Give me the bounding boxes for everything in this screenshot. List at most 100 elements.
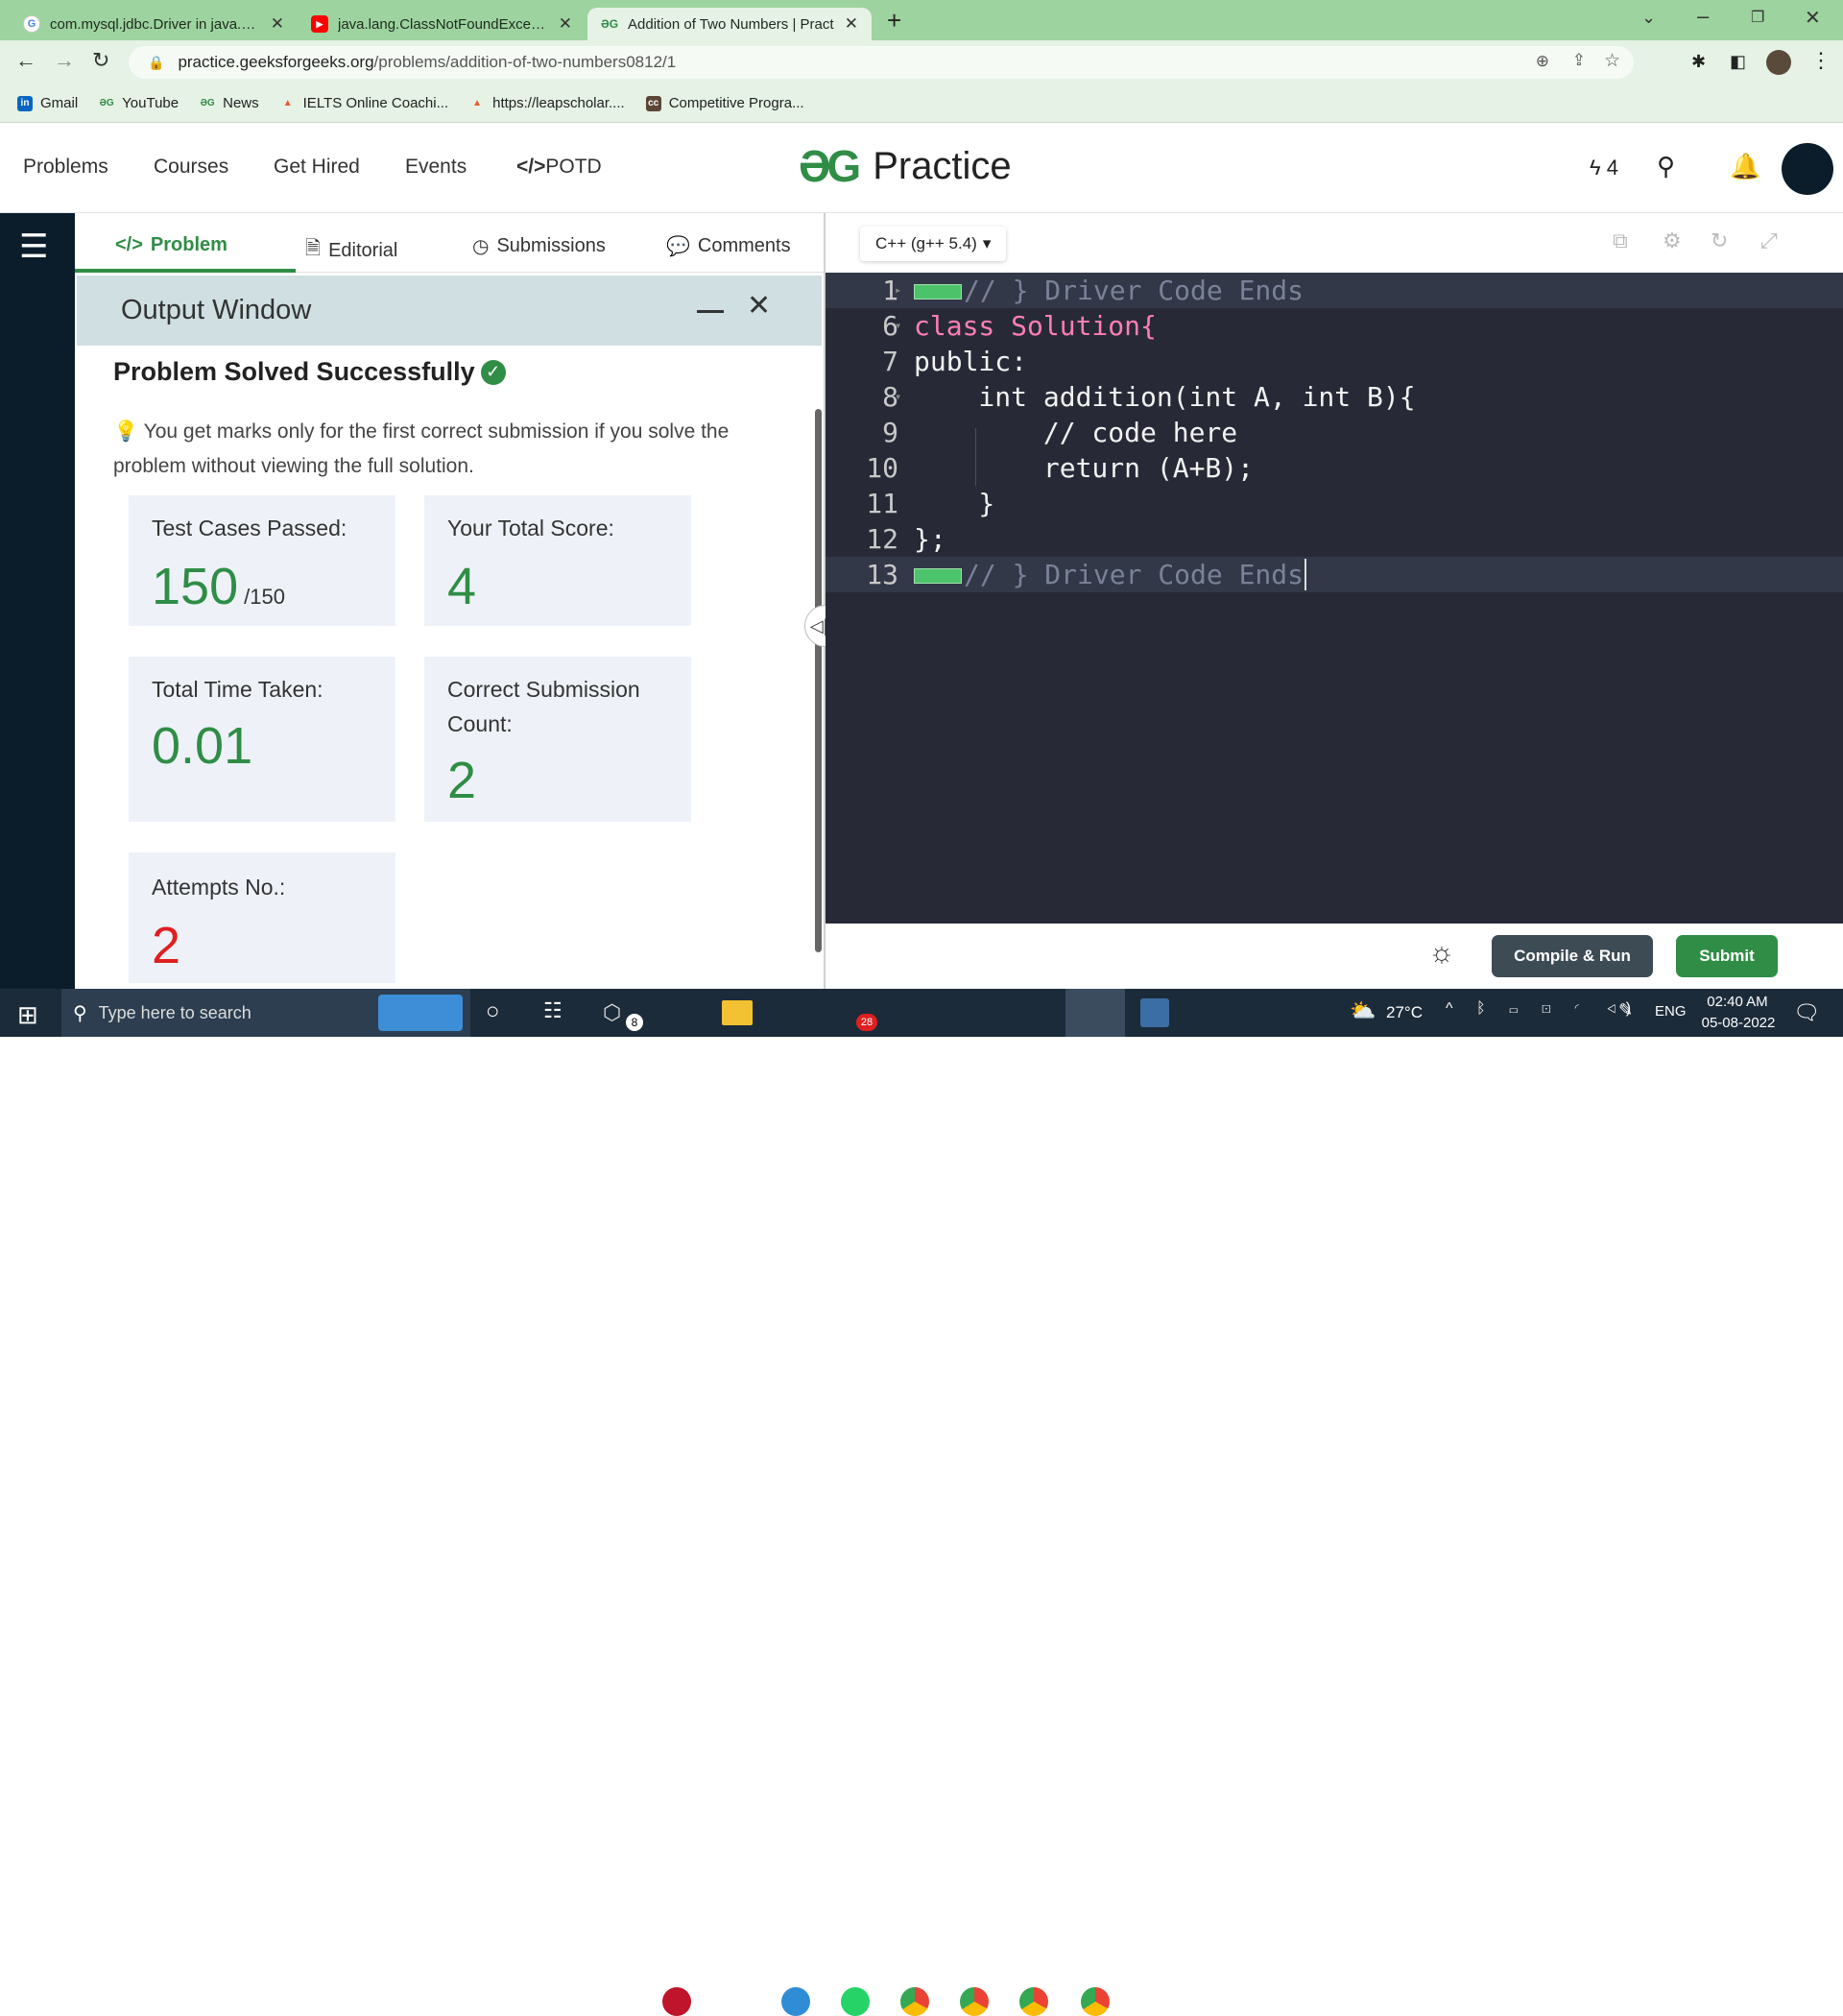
taskbar-search[interactable]: ⚲ Type here to search [61,989,470,1037]
code-line: 9 // code here [826,415,1843,450]
card-label: Correct Submission Count: [447,677,640,736]
nav-events[interactable]: Events [405,156,467,179]
settings-gear-icon[interactable]: ⚙ [1663,228,1682,253]
code-line: 10 return (A+B); [826,450,1843,486]
card-label: Test Cases Passed: [152,516,347,540]
browser-tab[interactable]: ▶ java.lang.ClassNotFoundExceptio ✕ [298,8,586,40]
tab-comments[interactable]: 💬 Comments [666,234,791,258]
bookmarks-bar: in Gmail ƏG YouTube ƏG News ▲ IELTS Online C… [0,84,1843,123]
close-window-icon[interactable]: ✕ [1805,6,1821,30]
file-explorer-icon[interactable] [722,1000,753,1025]
lock-icon: 🔒 [148,54,165,70]
zoom-icon[interactable]: ⊕ [1536,52,1549,71]
site-logo[interactable]: ƏG Practice [799,140,1012,192]
tab-editorial[interactable]: 🗎 Editorial [305,234,397,267]
linkedin-icon: in [17,95,33,111]
hamburger-menu-icon[interactable]: ☰ [19,230,48,263]
language-indicator[interactable]: ENG [1655,1003,1687,1020]
whatsapp-icon[interactable] [841,1987,870,2016]
fold-arrow-icon[interactable]: ▾ [895,379,901,415]
side-panel-icon[interactable]: ◧ [1730,52,1746,72]
forward-arrow-icon[interactable]: → [54,48,75,73]
bookmark-ielts[interactable]: ▲ IELTS Online Coachi... [280,95,448,111]
search-icon[interactable]: ⚲ [1657,152,1675,181]
chrome-icon[interactable] [1081,1987,1110,2016]
left-rail: ☰ [0,213,75,989]
tab-search-chevron-icon[interactable]: ⌄ [1641,8,1656,28]
folded-code-icon[interactable] [914,284,962,300]
app-icon[interactable] [662,1987,691,2016]
tab-problem[interactable]: </> Problem [115,234,227,256]
bookmark-leapscholar[interactable]: ▲ https://leapscholar.... [469,95,625,111]
close-output-icon[interactable]: ✕ [747,289,771,323]
clock-date[interactable]: 05-08-2022 [1697,1015,1780,1031]
code-line: 7 public: [826,344,1843,379]
profile-avatar[interactable] [1766,50,1791,75]
user-avatar[interactable] [1782,143,1833,195]
app-icon[interactable]: ⬡ [603,1000,621,1025]
mysql-workbench-icon[interactable] [1140,998,1169,1027]
nav-get-hired[interactable]: Get Hired [274,156,360,179]
clock-time[interactable]: 02:40 AM [1707,994,1768,1010]
tip-text: 💡 You get marks only for the first corre… [113,415,785,484]
output-scrollbar[interactable] [815,409,822,952]
task-view-icon[interactable]: ☷ [543,998,562,1023]
language-select[interactable]: C++ (g++ 5.4) ▾ [860,227,1007,261]
bookmark-youtube[interactable]: ƏG YouTube [99,95,179,111]
extensions-icon[interactable]: ✱ [1691,52,1706,72]
lightbulb-icon[interactable]: ☼ [1428,937,1455,970]
pen-icon[interactable]: ✎ [1618,1000,1633,1020]
edge-icon[interactable] [781,1987,810,2016]
score-value: 4 [447,558,477,615]
nav-problems[interactable]: Problems [23,156,108,179]
bookmark-star-icon[interactable]: ☆ [1604,50,1620,72]
url-bar[interactable]: 🔒 practice.geeksforgeeks.org/problems/ad… [129,46,1634,79]
minimize-output-icon[interactable] [697,310,724,313]
folded-code-icon[interactable] [914,568,962,584]
chrome-icon[interactable] [900,1987,929,2016]
fullscreen-icon[interactable]: ⤢ [1760,228,1778,253]
success-status: Problem Solved Successfully ✓ [113,357,506,387]
streak-indicator[interactable]: ϟ 4 [1590,156,1618,180]
windows-start-icon[interactable]: ⊞ [17,1000,38,1030]
weather-temp: 27°C [1386,1003,1423,1021]
indent-guide [975,428,976,486]
bookmark-competitive[interactable]: cc Competitive Progra... [645,95,804,111]
reset-icon[interactable]: ↻ [1711,228,1728,253]
code-line: 1 ▸ // } Driver Code Ends [826,273,1843,308]
nav-potd[interactable]: </>POTD [516,156,602,179]
submit-button[interactable]: Submit [1676,935,1778,977]
bookmark-label: IELTS Online Coachi... [302,95,449,111]
bookmark-gmail[interactable]: in Gmail [17,95,78,111]
nav-courses[interactable]: Courses [154,156,228,179]
chrome-menu-icon[interactable]: ⋮ [1810,48,1831,73]
fold-arrow-icon[interactable]: ▾ [895,308,901,344]
line-number: 10 [866,452,898,484]
close-tab-icon[interactable]: ✕ [271,14,284,34]
active-app-highlight [1065,989,1125,1037]
browser-tab[interactable]: G com.mysql.jdbc.Driver in java.bas ✕ [10,8,298,40]
system-tray-icons[interactable]: ^ ᛒ ▭ ⊡ ◜ ◁) [1446,1000,1640,1018]
tab-submissions[interactable]: ◷ Submissions [472,234,606,258]
bookmark-news[interactable]: ƏG News [200,95,259,111]
compile-run-button[interactable]: Compile & Run [1492,935,1653,977]
browser-tab-active[interactable]: ƏG Addition of Two Numbers | Pract ✕ [587,8,872,40]
copy-icon[interactable]: ⧉ [1613,228,1628,253]
notification-bell-icon[interactable]: 🔔 [1730,152,1760,181]
close-tab-icon[interactable]: ✕ [845,14,858,34]
close-tab-icon[interactable]: ✕ [559,14,572,34]
back-arrow-icon[interactable]: ← [15,48,36,73]
share-icon[interactable]: ⇪ [1572,51,1586,70]
minimize-icon[interactable]: – [1697,4,1709,29]
cortana-icon[interactable]: ○ [486,998,500,1025]
chrome-icon[interactable] [1019,1987,1048,2016]
reload-icon[interactable]: ↻ [92,48,109,73]
notification-center-icon[interactable]: 🗨 [1793,1000,1820,1025]
chrome-icon[interactable] [960,1987,989,2016]
code-editor[interactable]: 1 ▸ // } Driver Code Ends 6 ▾ class Soluti… [826,273,1843,924]
active-tab-underline [75,269,296,273]
new-tab-icon[interactable]: + [887,6,901,36]
output-window-title: Output Window [121,295,312,325]
restore-icon[interactable]: ❐ [1751,8,1764,27]
fold-arrow-icon[interactable]: ▸ [895,273,901,308]
